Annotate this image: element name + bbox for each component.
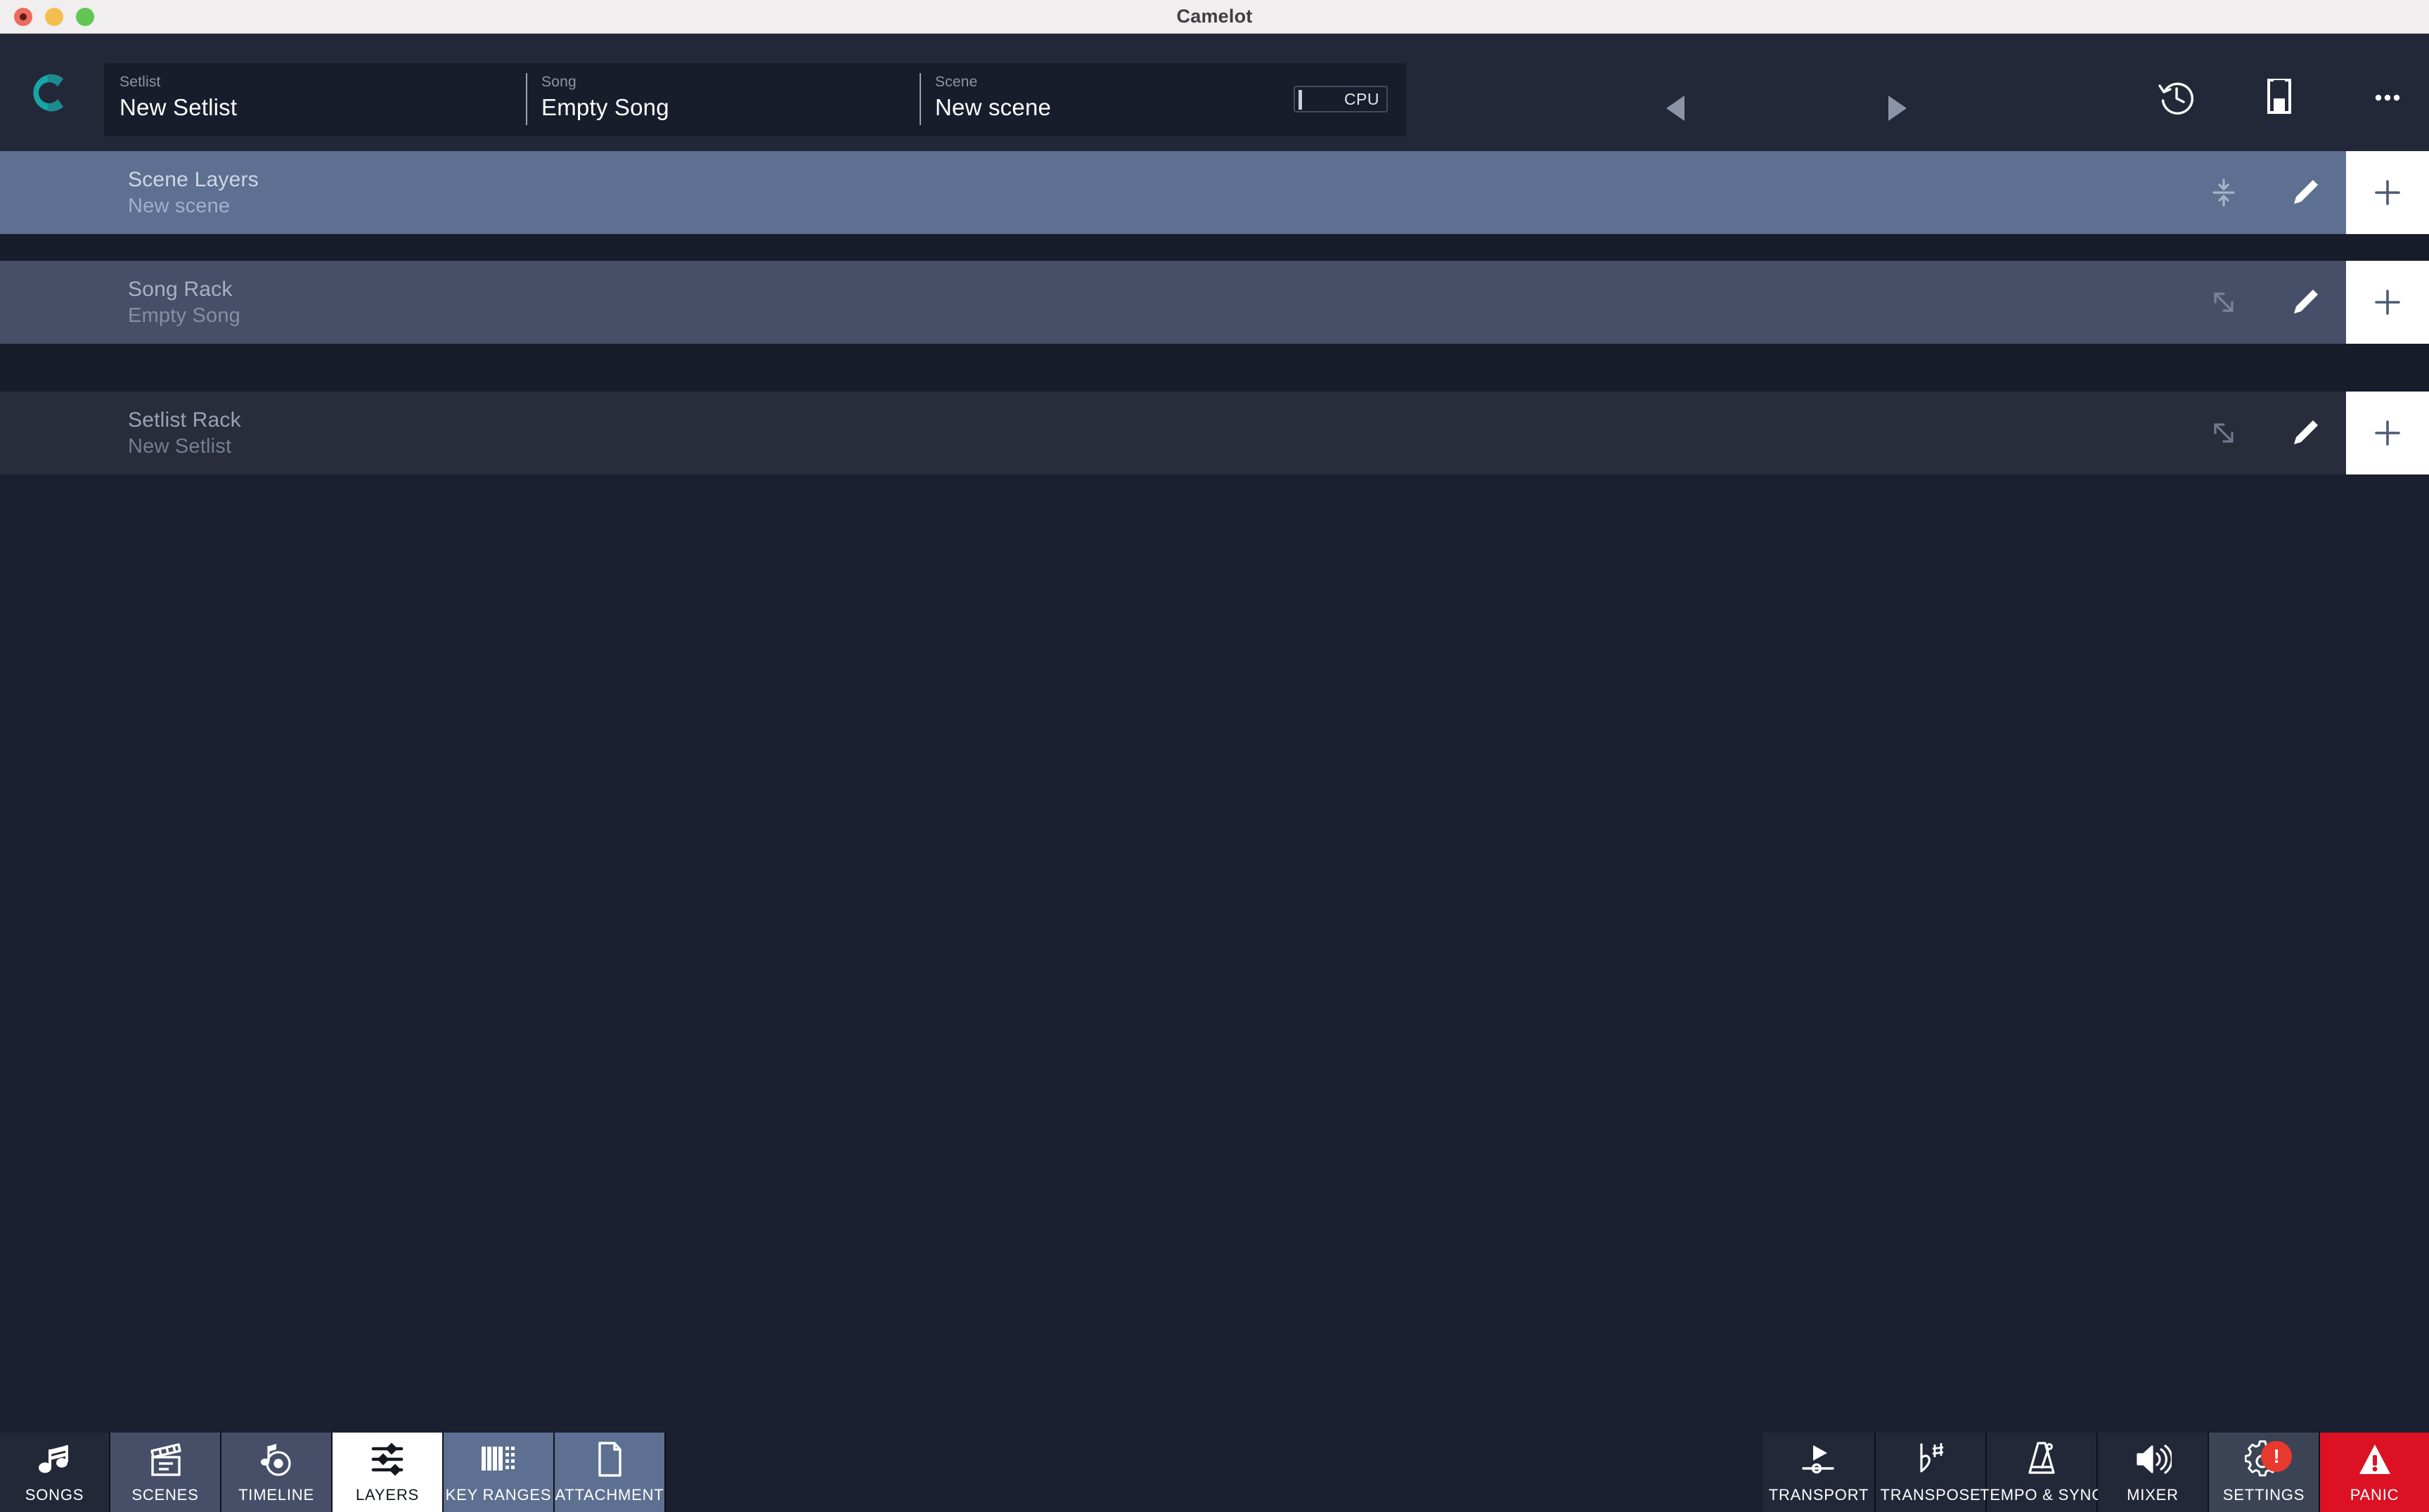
tab-label: TEMPO & SYNC: [1980, 1486, 2103, 1504]
tab-transpose[interactable]: TRANSPOSE: [1876, 1433, 1987, 1512]
tab-label: MIXER: [2127, 1486, 2179, 1504]
document-icon: [594, 1439, 625, 1480]
rack-subtitle: Empty Song: [128, 304, 240, 327]
song-value: Empty Song: [541, 94, 669, 120]
collapse-icon[interactable]: [2183, 151, 2264, 234]
header-action-icons: [2156, 77, 2408, 118]
tab-key-ranges[interactable]: KEY RANGES: [444, 1433, 555, 1512]
warning-icon: [2357, 1439, 2393, 1480]
tab-label: PANIC: [2350, 1486, 2399, 1504]
clapperboard-icon: [146, 1439, 184, 1480]
speaker-icon: [2134, 1439, 2172, 1480]
toolbar-spacer: [666, 1433, 1763, 1512]
tab-label: TRANSPORT: [1768, 1486, 1869, 1504]
add-setlist-button[interactable]: [2346, 392, 2429, 474]
vinyl-note-icon: [257, 1439, 295, 1480]
pencil-icon[interactable]: [2264, 151, 2346, 234]
metronome-icon: [2024, 1439, 2059, 1480]
badge-label: !: [2273, 1445, 2280, 1467]
rack-subtitle: New Setlist: [128, 435, 232, 458]
tab-label: KEY RANGES: [445, 1486, 552, 1504]
rack-text-block: Scene Layers New scene: [0, 167, 259, 218]
setlist-label: Setlist: [120, 74, 161, 90]
scene-field[interactable]: Scene New scene CPU: [920, 63, 1406, 136]
settings-alert-badge: !: [2261, 1441, 2292, 1472]
tab-panic[interactable]: PANIC: [2320, 1433, 2429, 1512]
rack-actions: [2183, 151, 2429, 234]
rack-actions: [2183, 392, 2429, 474]
tab-layers[interactable]: LAYERS: [333, 1433, 444, 1512]
rack-title: Setlist Rack: [128, 408, 241, 432]
setlist-value: New Setlist: [120, 94, 238, 120]
bottom-toolbar: SONGS SCENES TIMELINE LAYERS KEY RANGES …: [0, 1433, 2429, 1512]
rack-title: Song Rack: [128, 278, 233, 301]
camelot-logo-icon: [22, 67, 73, 118]
next-button[interactable]: [1877, 90, 1914, 130]
field-divider: [526, 73, 527, 125]
expand-icon[interactable]: [2183, 261, 2264, 344]
song-label: Song: [541, 74, 576, 90]
rack-row-scene-layers[interactable]: Scene Layers New scene: [0, 151, 2429, 234]
more-icon[interactable]: [2367, 77, 2408, 118]
field-divider: [920, 73, 921, 125]
cpu-meter: CPU: [1294, 86, 1388, 112]
rack-title: Scene Layers: [128, 168, 259, 191]
tab-label: SONGS: [25, 1486, 84, 1504]
song-field[interactable]: Song Empty Song: [526, 63, 920, 136]
tab-songs[interactable]: SONGS: [0, 1433, 110, 1512]
sliders-icon: [369, 1439, 406, 1480]
tab-settings[interactable]: ! SETTINGS: [2209, 1433, 2320, 1512]
tab-timeline[interactable]: TIMELINE: [221, 1433, 333, 1512]
add-layer-button[interactable]: [2346, 151, 2429, 234]
rack-text-block: Setlist Rack New Setlist: [0, 408, 241, 458]
tab-label: TRANSPOSE: [1880, 1486, 1981, 1504]
pencil-icon[interactable]: [2264, 392, 2346, 474]
rack-row-setlist-rack[interactable]: Setlist Rack New Setlist: [0, 392, 2429, 474]
context-infobar: Setlist New Setlist Song Empty Song Scen…: [104, 63, 1406, 136]
piano-keys-icon: [479, 1439, 518, 1480]
tab-attachment[interactable]: ATTACHMENT: [555, 1433, 666, 1512]
tab-label: SETTINGS: [2222, 1486, 2305, 1504]
play-slider-icon: [1799, 1439, 1838, 1480]
window-titlebar: Camelot: [0, 0, 2429, 34]
tab-label: ATTACHMENT: [555, 1486, 664, 1504]
pencil-icon[interactable]: [2264, 261, 2346, 344]
rack-row-song-rack[interactable]: Song Rack Empty Song: [0, 261, 2429, 344]
window-title: Camelot: [1176, 6, 1253, 27]
music-note-icon: [37, 1439, 73, 1480]
tab-tempo-sync[interactable]: TEMPO & SYNC: [1980, 1433, 2103, 1512]
add-song-button[interactable]: [2346, 261, 2429, 344]
cpu-meter-bar: [1299, 90, 1302, 110]
rack-actions: [2183, 261, 2429, 344]
rack-list: Scene Layers New scene Song Rack Empty S…: [0, 151, 2429, 474]
tab-label: LAYERS: [356, 1486, 419, 1504]
rack-text-block: Song Rack Empty Song: [0, 277, 240, 328]
rack-gap: [0, 344, 2429, 392]
tab-mixer[interactable]: MIXER: [2098, 1433, 2209, 1512]
flat-sharp-icon: [1913, 1439, 1948, 1480]
tab-scenes[interactable]: SCENES: [110, 1433, 221, 1512]
rack-gap: [0, 234, 2429, 261]
history-icon[interactable]: [2156, 77, 2197, 118]
tab-transport[interactable]: TRANSPORT: [1763, 1433, 1876, 1512]
app-header: Setlist New Setlist Song Empty Song Scen…: [0, 34, 2429, 151]
rack-subtitle: New scene: [128, 195, 231, 217]
tab-label: SCENES: [131, 1486, 199, 1504]
previous-button[interactable]: [1659, 90, 1696, 130]
header-transport-controls: [1603, 76, 1926, 139]
expand-icon[interactable]: [2183, 392, 2264, 474]
cpu-meter-label: CPU: [1344, 89, 1379, 108]
setlist-field[interactable]: Setlist New Setlist: [104, 63, 526, 136]
save-icon[interactable]: [2262, 77, 2302, 118]
tab-label: TIMELINE: [238, 1486, 314, 1504]
